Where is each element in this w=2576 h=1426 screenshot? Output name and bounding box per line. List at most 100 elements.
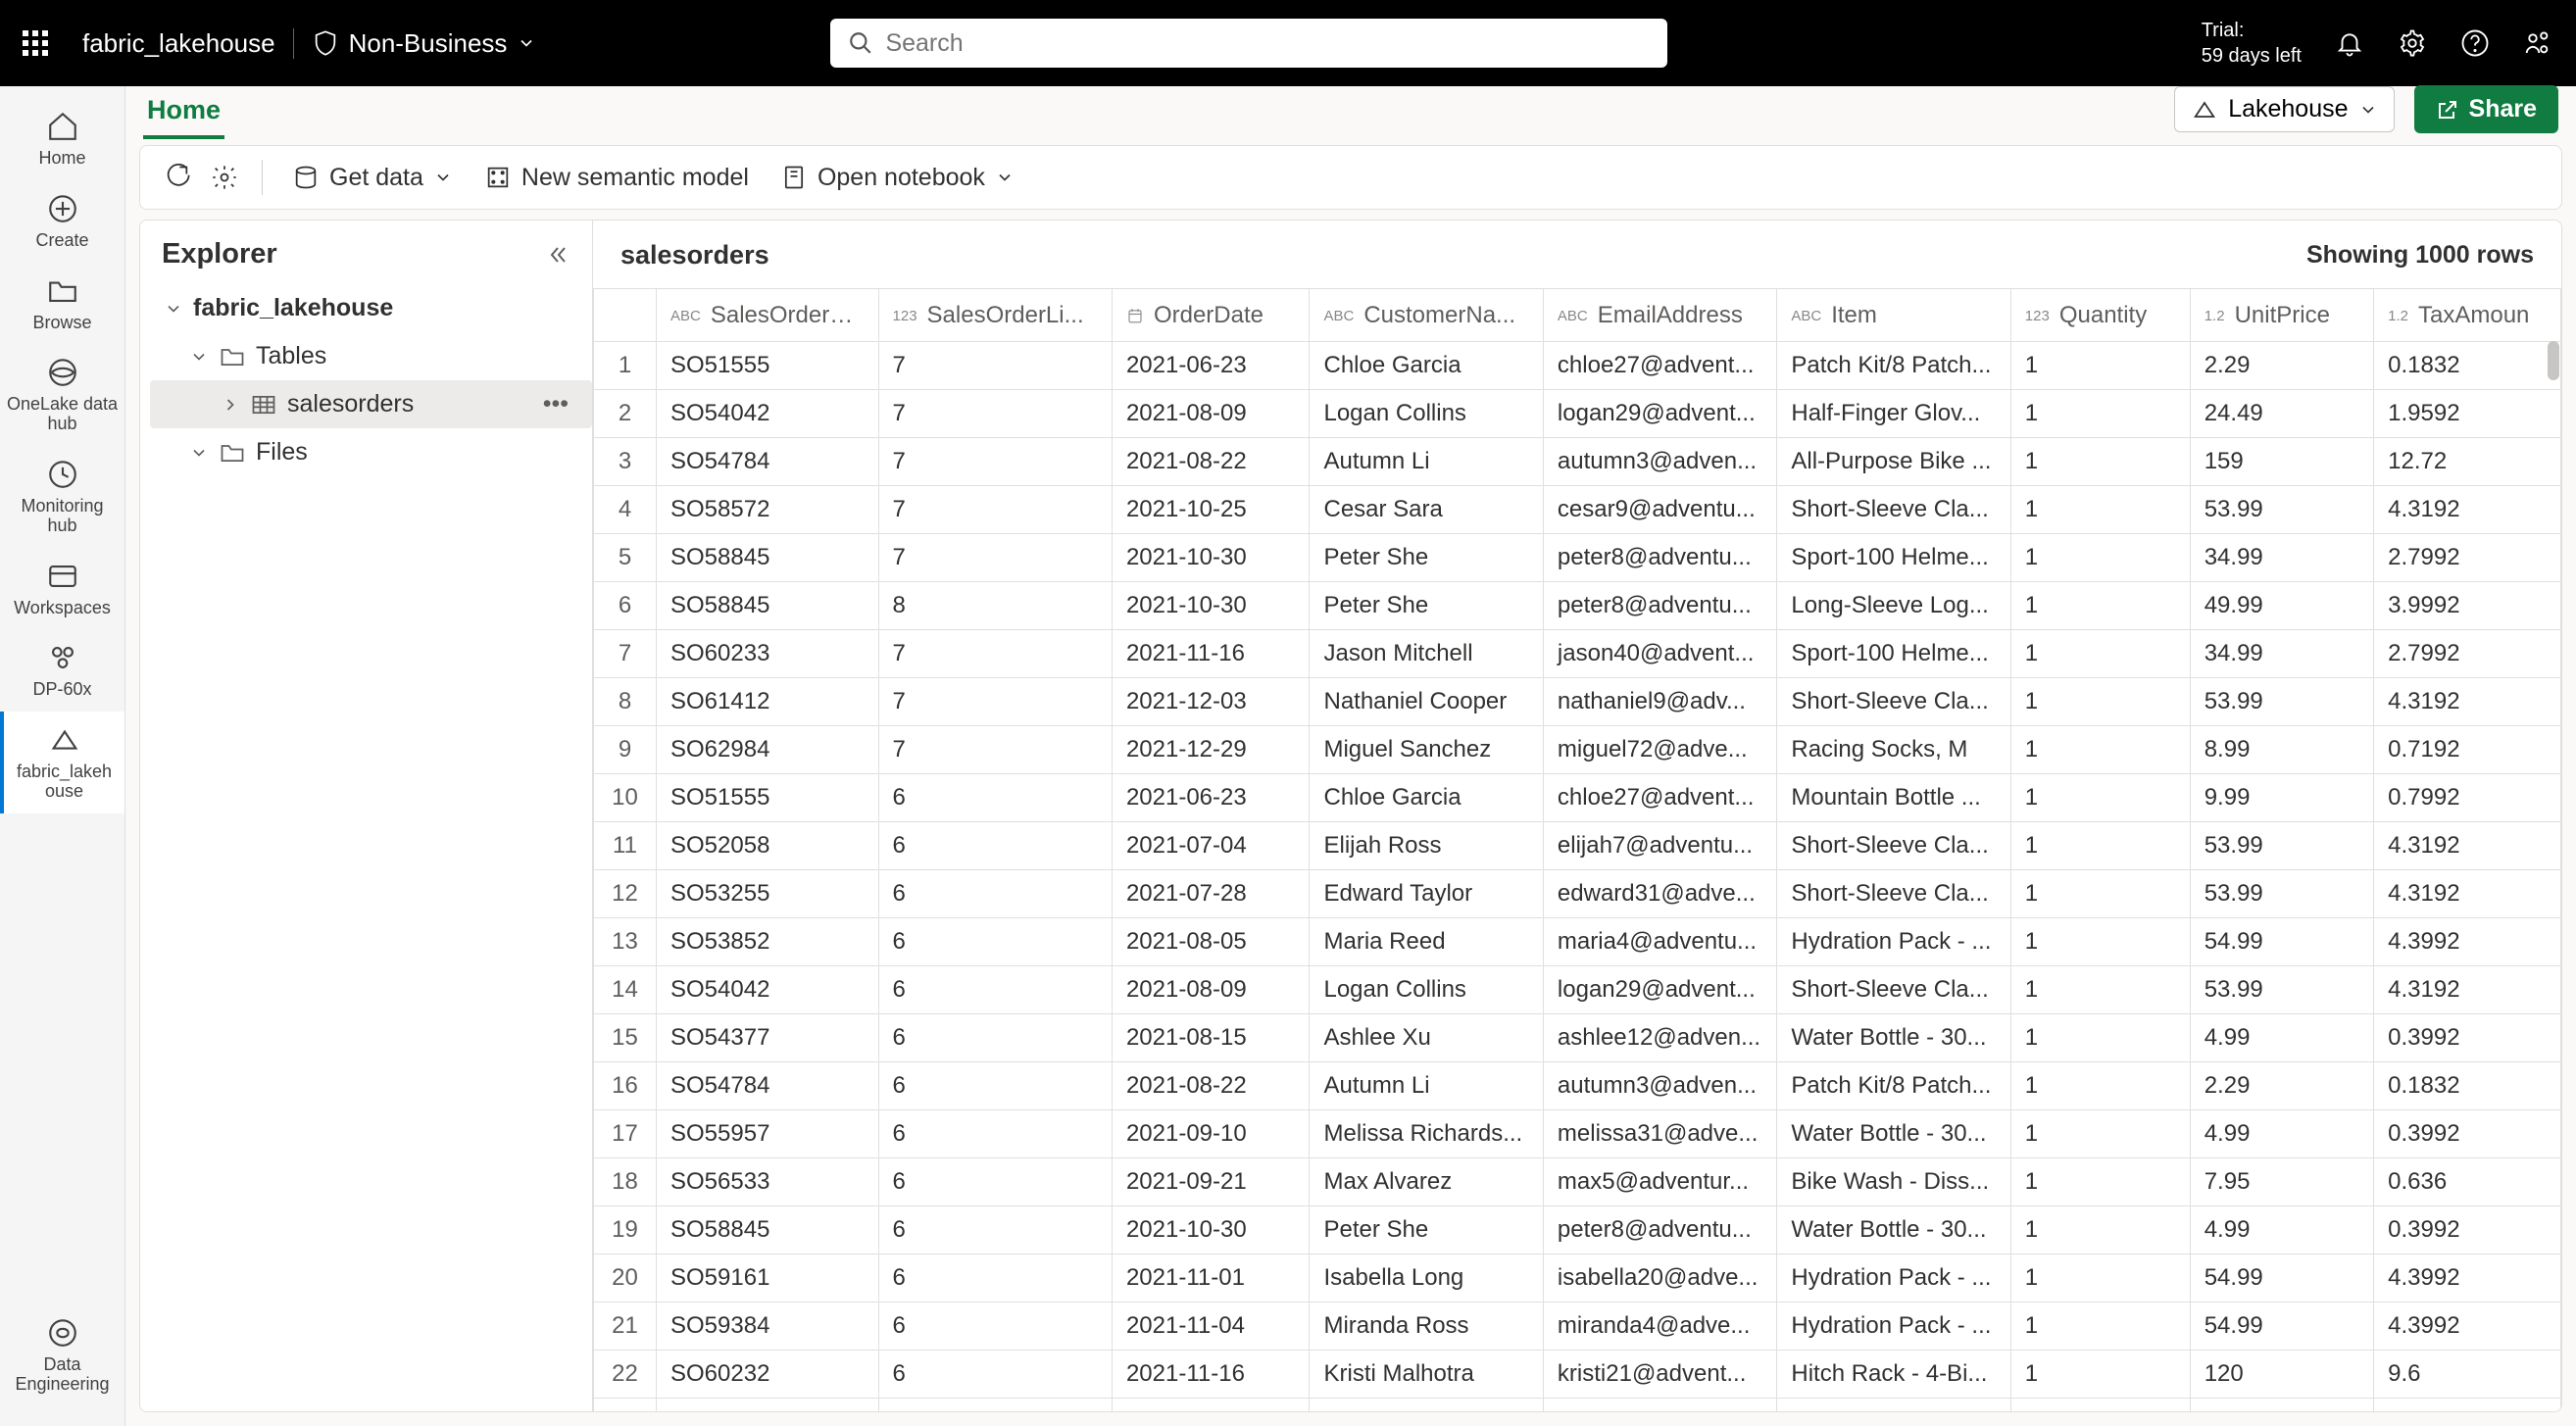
table-cell[interactable]: 1 [2010, 534, 2190, 582]
table-cell[interactable]: 0.636 [2374, 1158, 2561, 1206]
table-cell[interactable]: 3 [594, 438, 657, 486]
table-cell[interactable]: ashlee12@adven... [1543, 1014, 1776, 1062]
table-cell[interactable]: 8.99 [2190, 726, 2373, 774]
settings-button[interactable] [205, 158, 244, 197]
table-cell[interactable]: Logan Collins [1310, 966, 1543, 1014]
table-row[interactable]: 13SO5385262021-08-05Maria Reedmaria4@adv… [594, 918, 2561, 966]
table-cell[interactable]: 7 [878, 726, 1112, 774]
table-cell[interactable]: 1 [2010, 726, 2190, 774]
table-cell[interactable]: 1 [2010, 678, 2190, 726]
table-cell[interactable]: 49.99 [2190, 582, 2373, 630]
table-cell[interactable]: 2021-09-21 [1112, 1158, 1310, 1206]
table-cell[interactable]: SO53852 [657, 918, 879, 966]
rail-browse[interactable]: Browse [0, 263, 124, 345]
table-cell[interactable]: Long-Sleeve Log... [1777, 582, 2010, 630]
data-grid-scroll[interactable]: ABCSalesOrderN...123SalesOrderLi...Order… [593, 288, 2561, 1411]
settings-gear-icon[interactable] [2398, 28, 2427, 58]
table-cell[interactable]: nathaniel9@adv... [1543, 678, 1776, 726]
table-cell[interactable]: 2021-07-28 [1112, 870, 1310, 918]
table-cell[interactable]: 6 [878, 1399, 1112, 1412]
table-cell[interactable]: 6 [878, 1110, 1112, 1158]
table-row[interactable]: 19SO5884562021-10-30Peter Shepeter8@adve… [594, 1206, 2561, 1254]
table-cell[interactable]: 1 [2010, 438, 2190, 486]
table-cell[interactable]: 2021-10-30 [1112, 582, 1310, 630]
notifications-icon[interactable] [2335, 28, 2364, 58]
table-cell[interactable]: 0.3992 [2374, 1014, 2561, 1062]
table-cell[interactable]: 9 [594, 726, 657, 774]
table-cell[interactable]: 7 [878, 486, 1112, 534]
table-cell[interactable]: jason40@advent... [1543, 630, 1776, 678]
table-cell[interactable]: Short-Sleeve Cla... [1777, 966, 2010, 1014]
table-cell[interactable]: 2.7992 [2374, 630, 2561, 678]
table-cell[interactable]: 54.99 [2190, 1303, 2373, 1351]
new-semantic-model-button[interactable]: New semantic model [472, 158, 761, 198]
refresh-button[interactable] [158, 158, 197, 197]
table-cell[interactable]: 2021-11-16 [1112, 630, 1310, 678]
table-cell[interactable]: 13 [594, 918, 657, 966]
table-cell[interactable]: autumn3@adven... [1543, 1062, 1776, 1110]
table-cell[interactable]: 1 [2010, 1062, 2190, 1110]
table-cell[interactable]: 7 [878, 534, 1112, 582]
table-cell[interactable]: SO52058 [657, 822, 879, 870]
table-cell[interactable]: SO54042 [657, 390, 879, 438]
table-cell[interactable]: 2 [594, 390, 657, 438]
table-cell[interactable]: Water Bottle - 30... [1777, 1206, 2010, 1254]
table-row[interactable]: 8SO6141272021-12-03Nathaniel Coopernatha… [594, 678, 2561, 726]
table-cell[interactable]: 2021-09-10 [1112, 1110, 1310, 1158]
table-cell[interactable]: 11 [594, 822, 657, 870]
table-row[interactable]: 15SO5437762021-08-15Ashlee Xuashlee12@ad… [594, 1014, 2561, 1062]
table-cell[interactable]: 23 [594, 1399, 657, 1412]
table-row[interactable]: 9SO6298472021-12-29Miguel Sanchezmiguel7… [594, 726, 2561, 774]
table-cell[interactable]: 1 [2010, 1254, 2190, 1303]
table-cell[interactable]: logan29@advent... [1543, 390, 1776, 438]
table-cell[interactable]: 7 [594, 630, 657, 678]
table-cell[interactable]: SO55957 [657, 1110, 879, 1158]
table-cell[interactable]: 2021-12-29 [1112, 726, 1310, 774]
table-cell[interactable]: SO62984 [657, 726, 879, 774]
table-cell[interactable]: Chloe Garcia [1310, 342, 1543, 390]
column-header[interactable]: ABCItem [1777, 289, 2010, 342]
table-cell[interactable]: 4.99 [2190, 1014, 2373, 1062]
table-cell[interactable]: peter8@adventu... [1543, 1206, 1776, 1254]
table-cell[interactable]: 6 [594, 582, 657, 630]
table-cell[interactable]: Bike Wash - Diss... [1777, 1158, 2010, 1206]
table-row[interactable]: 16SO5478462021-08-22Autumn Liautumn3@adv… [594, 1062, 2561, 1110]
table-cell[interactable]: Patch Kit/8 Patch... [1777, 342, 2010, 390]
table-cell[interactable]: Cesar Sara [1310, 486, 1543, 534]
table-cell[interactable]: 0.3992 [2374, 1399, 2561, 1412]
table-cell[interactable]: 2021-11-16 [1112, 1399, 1310, 1412]
table-cell[interactable]: Chloe Garcia [1310, 774, 1543, 822]
table-cell[interactable]: 0.1832 [2374, 1062, 2561, 1110]
table-row[interactable]: 1SO5155572021-06-23Chloe Garciachloe27@a… [594, 342, 2561, 390]
table-cell[interactable]: SO54042 [657, 966, 879, 1014]
table-cell[interactable]: 120 [2190, 1351, 2373, 1399]
table-cell[interactable]: 0.1832 [2374, 342, 2561, 390]
table-cell[interactable]: Peter She [1310, 534, 1543, 582]
table-cell[interactable]: 12.72 [2374, 438, 2561, 486]
table-cell[interactable]: isabella20@adve... [1543, 1254, 1776, 1303]
table-cell[interactable]: 6 [878, 918, 1112, 966]
table-cell[interactable]: cesar9@adventu... [1543, 486, 1776, 534]
tab-home[interactable]: Home [143, 89, 224, 139]
table-row[interactable]: 12SO5325562021-07-28Edward Tayloredward3… [594, 870, 2561, 918]
workspace-title[interactable]: fabric_lakehouse [82, 28, 294, 59]
get-data-button[interactable]: Get data [280, 158, 465, 198]
table-cell[interactable]: peter8@adventu... [1543, 534, 1776, 582]
table-cell[interactable]: 17 [594, 1110, 657, 1158]
table-cell[interactable]: 6 [878, 1062, 1112, 1110]
tree-files[interactable]: Files [150, 428, 592, 476]
table-cell[interactable]: 2021-07-04 [1112, 822, 1310, 870]
table-cell[interactable]: 1 [2010, 582, 2190, 630]
table-cell[interactable]: 24.49 [2190, 390, 2373, 438]
table-cell[interactable]: kristi21@advent... [1543, 1351, 1776, 1399]
table-cell[interactable]: 0.7992 [2374, 774, 2561, 822]
table-cell[interactable]: Hitch Rack - 4-Bi... [1777, 1351, 2010, 1399]
table-cell[interactable]: SO60232 [657, 1351, 879, 1399]
table-row[interactable]: 5SO5884572021-10-30Peter Shepeter8@adven… [594, 534, 2561, 582]
table-row[interactable]: 10SO5155562021-06-23Chloe Garciachloe27@… [594, 774, 2561, 822]
table-cell[interactable]: Jason Mitchell [1310, 1399, 1543, 1412]
table-cell[interactable]: 2021-11-04 [1112, 1303, 1310, 1351]
collapse-panel-icon[interactable] [547, 243, 570, 267]
table-cell[interactable]: SO51555 [657, 774, 879, 822]
table-cell[interactable]: 159 [2190, 438, 2373, 486]
